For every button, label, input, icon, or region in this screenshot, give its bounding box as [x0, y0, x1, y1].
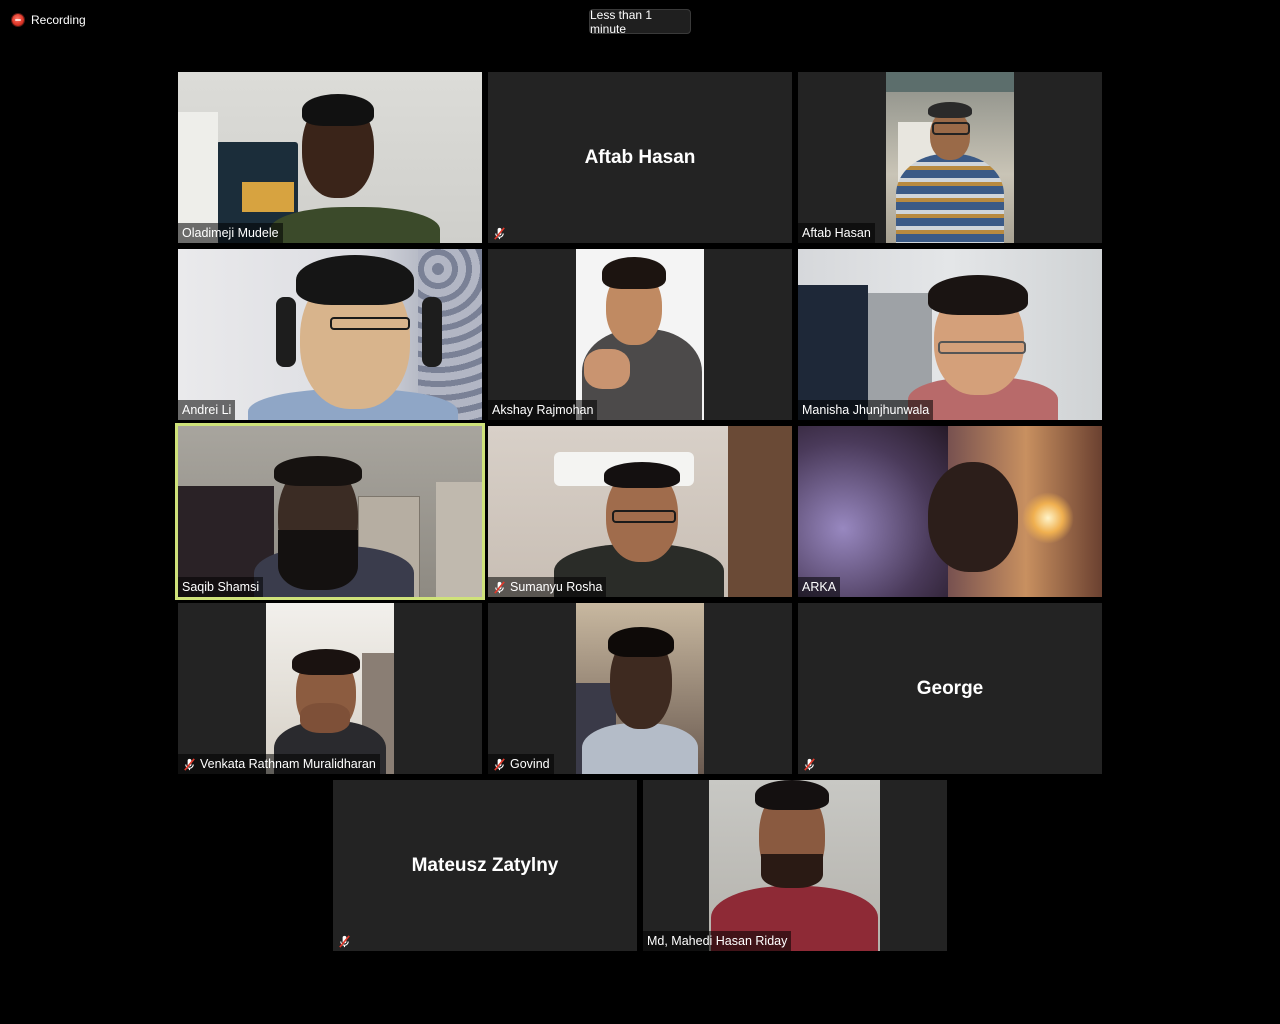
participant-tile[interactable]: Venkata Rathnam Muralidharan — [178, 603, 482, 774]
participant-name: Aftab Hasan — [802, 226, 871, 240]
participant-video — [178, 72, 482, 243]
participant-name: Saqib Shamsi — [182, 580, 260, 594]
participant-tile[interactable]: George — [798, 603, 1102, 774]
participant-name-tag: Akshay Rajmohan — [488, 400, 598, 420]
timer-label: Less than 1 minute — [590, 7, 653, 36]
participant-name-tag: Oladimeji Mudele — [178, 223, 283, 243]
participant-name: Govind — [510, 757, 550, 771]
muted-mic-icon — [184, 757, 195, 771]
participant-tile[interactable]: Govind — [488, 603, 792, 774]
record-dot-icon — [12, 14, 24, 26]
participant-video — [576, 603, 704, 774]
participant-video — [488, 426, 792, 597]
participant-video — [266, 603, 394, 774]
participant-name: Venkata Rathnam Muralidharan — [200, 757, 376, 771]
participant-video — [798, 249, 1102, 420]
participant-name-tag — [798, 754, 821, 774]
participant-name: Oladimeji Mudele — [182, 226, 279, 240]
participant-tile[interactable]: Aftab Hasan — [488, 72, 792, 243]
participant-name-tag: Venkata Rathnam Muralidharan — [178, 754, 380, 774]
participant-display-name: Aftab Hasan — [584, 146, 696, 168]
muted-mic-icon — [339, 934, 350, 948]
muted-mic-icon — [494, 226, 505, 240]
participant-name-tag: ARKA — [798, 577, 841, 597]
participant-name-tag — [488, 223, 511, 243]
participant-video — [576, 249, 704, 420]
participant-tile[interactable]: Oladimeji Mudele — [178, 72, 482, 243]
participant-name-tag: Aftab Hasan — [798, 223, 875, 243]
recording-label: Recording — [31, 13, 86, 27]
participant-name: Manisha Jhunjhunwala — [802, 403, 930, 417]
participant-name: Andrei Li — [182, 403, 232, 417]
participant-tile[interactable]: ARKA — [798, 426, 1102, 597]
participant-name-tag — [333, 931, 356, 951]
participant-tile[interactable]: Sumanyu Rosha — [488, 426, 792, 597]
participant-video — [886, 72, 1014, 243]
participant-tile[interactable]: Aftab Hasan — [798, 72, 1102, 243]
participant-tile[interactable]: Andrei Li — [178, 249, 482, 420]
meeting-timer: Less than 1 minute — [589, 7, 691, 36]
participant-name-tag: Md, Mahedi Hasan Riday — [643, 931, 792, 951]
muted-mic-icon — [494, 757, 505, 771]
participant-name: ARKA — [802, 580, 837, 594]
participant-display-name: Mateusz Zatylny — [411, 854, 559, 876]
participant-video — [709, 780, 880, 951]
participant-tile-active-speaker[interactable]: Saqib Shamsi — [175, 423, 485, 600]
participant-video — [798, 426, 1102, 597]
recording-indicator[interactable]: Recording — [12, 12, 86, 28]
participant-name-tag: Manisha Jhunjhunwala — [798, 400, 934, 420]
participant-name-tag: Andrei Li — [178, 400, 236, 420]
participant-display-name: George — [916, 677, 984, 699]
participant-name-tag: Sumanyu Rosha — [488, 577, 607, 597]
participant-video — [178, 249, 482, 420]
participant-tile[interactable]: Md, Mahedi Hasan Riday — [643, 780, 947, 951]
participant-video — [178, 426, 482, 597]
participant-name: Md, Mahedi Hasan Riday — [647, 934, 788, 948]
participant-tile[interactable]: Akshay Rajmohan — [488, 249, 792, 420]
participant-tile[interactable]: Mateusz Zatylny — [333, 780, 637, 951]
muted-mic-icon — [804, 757, 815, 771]
participant-name: Akshay Rajmohan — [492, 403, 594, 417]
participant-name: Sumanyu Rosha — [510, 580, 603, 594]
participant-name-tag: Govind — [488, 754, 554, 774]
participant-tile[interactable]: Manisha Jhunjhunwala — [798, 249, 1102, 420]
participant-name-tag: Saqib Shamsi — [178, 577, 264, 597]
muted-mic-icon — [494, 580, 505, 594]
